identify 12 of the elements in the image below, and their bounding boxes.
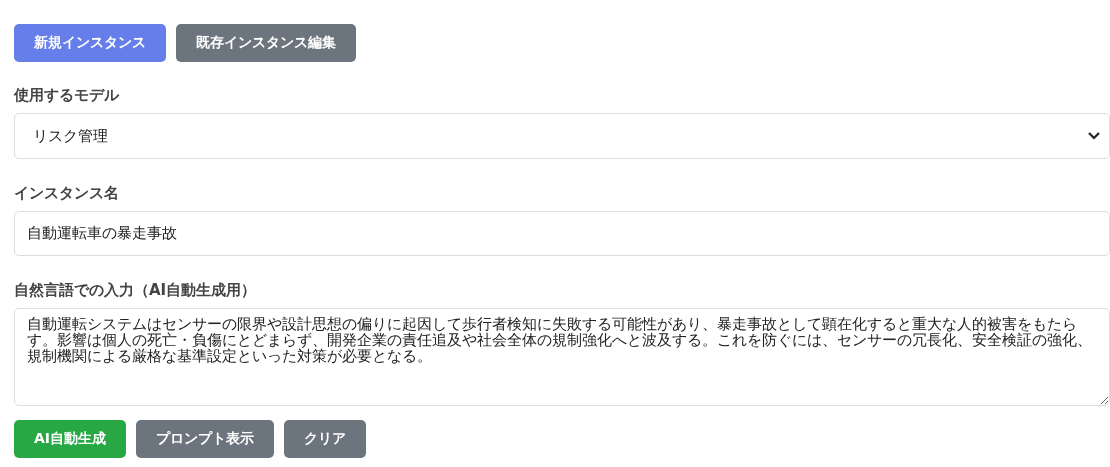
mode-tab[interactable]: 既存インスタンス編集: [176, 24, 356, 62]
action-button[interactable]: AI自動生成: [14, 420, 127, 458]
input-field[interactable]: 自動運転車の暴走事故: [14, 211, 1110, 256]
chevron-down-icon: [1087, 131, 1101, 141]
mode-tab[interactable]: 新規インスタンス: [14, 24, 166, 62]
field-label: インスタンス名: [14, 184, 120, 203]
model-select[interactable]: リスク管理: [14, 113, 1110, 159]
action-button[interactable]: プロンプト表示: [136, 420, 275, 458]
action-button[interactable]: クリア: [284, 420, 367, 458]
field-label: 自然言語での入力（AI自動生成用）: [14, 281, 258, 300]
field-label: 使用するモデル: [14, 86, 120, 105]
text-area[interactable]: 自動運転システムはセンサーの限界や設計思想の偏りに起因して歩行者検知に失敗する可能性があり、暴走事故として顕在化すると重大な人的被害をもたらす。影響は個人の死亡・負傷にとどまらず、開発企業の責任追及や社会全体の規制強化へと波及する。これを防ぐには、センサーの冗長化、安全検証の強化、規制機関による厳格な基準設定といった対策が必要となる。: [14, 308, 1110, 406]
